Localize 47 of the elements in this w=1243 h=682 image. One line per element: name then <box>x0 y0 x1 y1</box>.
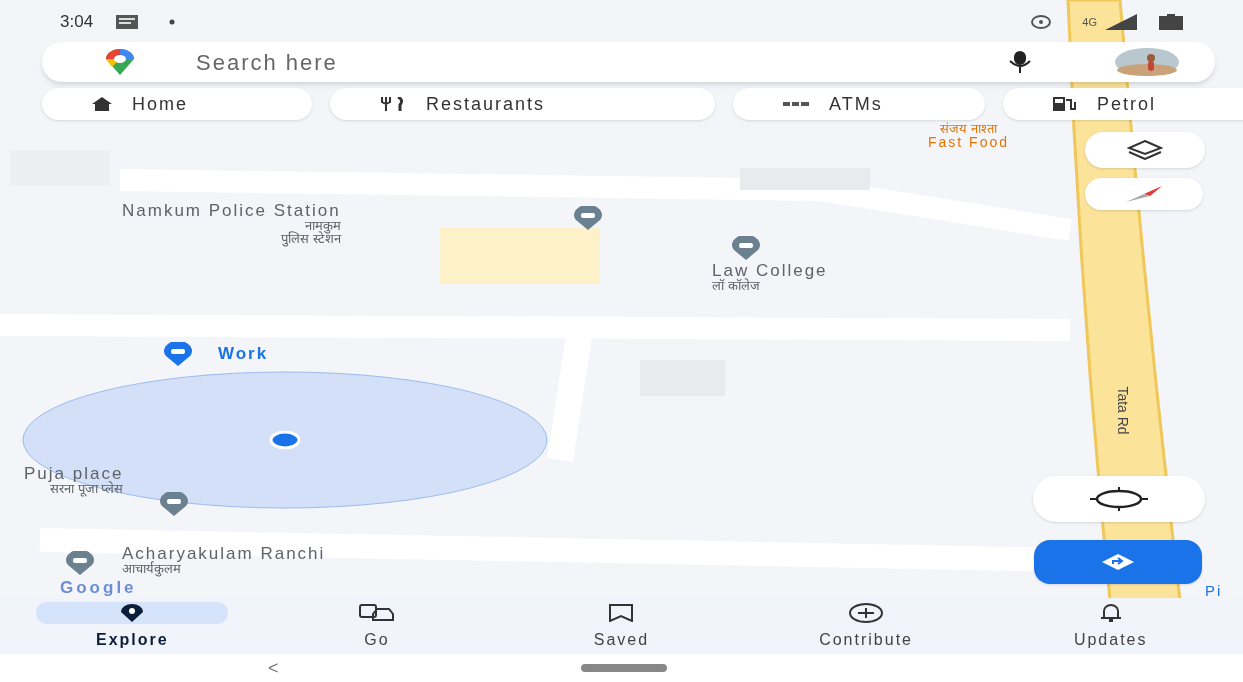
nav-tab[interactable]: Go <box>254 600 500 652</box>
bookmark-icon <box>608 604 635 622</box>
network-label: 4G <box>1082 14 1097 30</box>
nav-tab[interactable]: Updates <box>988 600 1233 652</box>
place-local-label[interactable]: आचार्यकुलम <box>122 562 181 575</box>
directions-icon <box>1101 553 1135 571</box>
directions-button[interactable] <box>1034 540 1202 584</box>
car-bus-icon <box>358 604 395 622</box>
category-chip[interactable]: ATMs <box>733 88 985 120</box>
category-chip[interactable]: Home <box>42 88 312 120</box>
layers-button[interactable] <box>1085 132 1205 168</box>
cash-machine-icon <box>783 100 809 108</box>
my-location-button[interactable] <box>1033 476 1205 522</box>
home-icon <box>92 97 112 111</box>
place-local-label[interactable]: नामकुम पुलिस स्टेशन <box>281 219 341 245</box>
category-chip[interactable]: Petrol <box>1003 88 1243 120</box>
battery-icon <box>1159 14 1183 30</box>
avatar[interactable] <box>1115 48 1179 76</box>
place-label[interactable]: Puja place <box>24 465 124 482</box>
place-local-label[interactable]: लॉ कॉलेज <box>712 279 760 292</box>
signal-icon <box>1105 14 1137 30</box>
place-label[interactable]: Namkum Police Station <box>122 202 341 219</box>
road-label: Tata Rd <box>1113 386 1132 435</box>
status-time: 3:04 <box>60 11 95 34</box>
category-chip[interactable]: Restaurants <box>330 88 715 120</box>
place-label[interactable]: Pi <box>1205 583 1223 598</box>
add-circle-icon <box>848 603 885 623</box>
attribution-logo: Google <box>60 579 137 596</box>
message-icon <box>115 14 139 30</box>
nav-tab[interactable]: Explore <box>10 600 255 652</box>
place-local-label[interactable]: सरना पूजा प्लेस <box>50 482 124 495</box>
location-icon <box>1030 14 1053 30</box>
bell-icon <box>1098 604 1123 622</box>
fork-knife-icon <box>380 97 406 111</box>
place-label[interactable]: Acharyakulam Ranchi <box>122 545 326 562</box>
fuel-pump-icon <box>1053 97 1077 111</box>
layers-icon <box>1127 140 1163 160</box>
search-bar[interactable]: Search here <box>42 42 1215 82</box>
nav-tab[interactable]: Contribute <box>743 600 989 652</box>
dot-icon <box>169 19 175 25</box>
nav-tab[interactable]: Saved <box>499 600 744 652</box>
place-label[interactable]: Law College <box>712 262 828 279</box>
search-placeholder: Search here <box>196 48 339 77</box>
home-gesture-bar[interactable] <box>580 664 667 672</box>
current-location-dot <box>269 430 301 450</box>
place-label[interactable]: Work <box>218 345 269 362</box>
back-button[interactable]: < <box>268 654 279 682</box>
